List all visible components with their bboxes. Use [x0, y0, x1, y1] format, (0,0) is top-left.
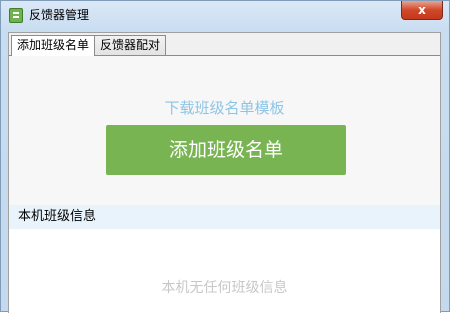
section-title: 本机班级信息: [18, 209, 97, 224]
tab-add-class-list[interactable]: 添加班级名单: [11, 35, 96, 56]
add-class-list-button[interactable]: 添加班级名单: [106, 125, 346, 175]
tab-pair-clicker[interactable]: 反馈器配对: [94, 35, 167, 55]
tab-panel-add-class-list: 下载班级名单模板 添加班级名单 本机班级信息 本机无任何班级信息: [9, 55, 440, 315]
title-bar[interactable]: 反馈器管理 x: [1, 1, 449, 31]
tab-strip: 添加班级名单 反馈器配对: [11, 35, 167, 56]
app-icon: [9, 8, 23, 23]
window-title: 反馈器管理: [29, 8, 90, 22]
empty-message: 本机无任何班级信息: [161, 280, 288, 296]
close-button[interactable]: x: [401, 1, 443, 20]
download-template-link[interactable]: 下载班级名单模板: [9, 98, 440, 118]
section-header: 本机班级信息: [9, 205, 440, 229]
content-area: 添加班级名单 反馈器配对 下载班级名单模板 添加班级名单 本机班级信息 本机无任…: [8, 32, 441, 315]
main-window: 反馈器管理 x 添加班级名单 反馈器配对 下载班级名单模板 添加班级名单 本机班…: [0, 0, 450, 315]
close-icon: x: [418, 3, 426, 17]
class-info-list: 本机无任何班级信息: [9, 229, 440, 315]
